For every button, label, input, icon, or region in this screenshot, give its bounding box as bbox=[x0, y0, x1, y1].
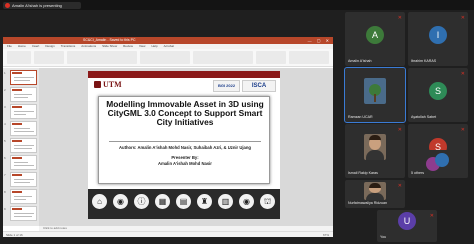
slide-thumbnail[interactable] bbox=[10, 172, 37, 187]
utm-logo-text: UTM bbox=[103, 80, 122, 89]
participant-name: Ayatollah Sabet bbox=[411, 115, 437, 119]
thumb-number: 7 bbox=[4, 173, 6, 177]
shared-screen: SC&CI_Amalin - Saved to this PC — ▢ ✕ Fi… bbox=[3, 37, 333, 237]
others-tile[interactable]: 5 others bbox=[408, 150, 468, 178]
ribbon bbox=[3, 49, 333, 67]
participant-video bbox=[364, 78, 386, 104]
participant-photo bbox=[364, 134, 386, 160]
lighthouse-icon: ♜ bbox=[197, 194, 212, 209]
slide-thumbnail[interactable] bbox=[10, 155, 37, 170]
participant-name: Ramzan UCAR bbox=[348, 115, 373, 119]
thumb-number: 4 bbox=[4, 122, 6, 126]
slide-thumbnail[interactable] bbox=[10, 121, 37, 136]
mic-off-icon: ✕ bbox=[460, 71, 465, 77]
thumb-number: 5 bbox=[4, 139, 6, 143]
top-bar: Amalin A'ishah is presenting bbox=[0, 0, 474, 10]
editing-group[interactable] bbox=[256, 51, 286, 64]
window-controls[interactable]: — ▢ ✕ bbox=[308, 38, 331, 43]
slide-thumbnail[interactable] bbox=[10, 70, 37, 85]
home-icon: ⌂ bbox=[92, 194, 107, 209]
mic-off-icon: ✕ bbox=[397, 127, 402, 133]
participant-name: Amalin A'ishah bbox=[348, 59, 372, 63]
mic-off-icon: ✕ bbox=[460, 15, 465, 21]
clipboard-group[interactable] bbox=[7, 51, 31, 64]
participant-tile[interactable]: ✕ A Amalin A'ishah bbox=[345, 12, 405, 66]
participant-tile[interactable]: ✕ Nurfatmawaliya Ridzuan bbox=[345, 180, 405, 208]
participant-name: Nurfatmawaliya Ridzuan bbox=[348, 201, 387, 205]
avatar: U bbox=[398, 212, 416, 230]
others-avatars bbox=[426, 153, 450, 177]
powerpoint-title: SC&CI_Amalin - Saved to this PC bbox=[83, 38, 136, 42]
presenter-label: Presenter By: bbox=[171, 155, 199, 160]
partner-logo-isca: ISCA bbox=[242, 80, 276, 92]
slide-title-box: Modelling Immovable Asset in 3D using Ci… bbox=[98, 96, 270, 184]
slide-thumbnail[interactable] bbox=[10, 206, 37, 221]
slide-counter: Slide 1 of 16 bbox=[6, 233, 23, 237]
thumb-number: 1 bbox=[4, 71, 6, 75]
participant-tile[interactable]: ✕ S Ayatollah Sabet bbox=[408, 68, 468, 122]
partner-logo-bgi: BGI 2022 bbox=[213, 80, 240, 92]
slide-icon-strip: ⌂ ◉ ⓘ ▦ ▤ ♜ ▥ ◉ ⛫ bbox=[88, 189, 280, 219]
thumb-number: 9 bbox=[4, 207, 6, 211]
info-icon: ⓘ bbox=[134, 194, 149, 209]
powerpoint-title-bar: SC&CI_Amalin - Saved to this PC — ▢ ✕ bbox=[3, 37, 333, 44]
mic-off-icon: ✕ bbox=[397, 15, 402, 21]
avatar: I bbox=[429, 26, 447, 44]
slide-thumbnails: 1 2 3 4 5 6 7 8 9 bbox=[3, 68, 39, 226]
font-group[interactable] bbox=[67, 51, 137, 64]
bank-icon: ⛫ bbox=[260, 194, 275, 209]
participant-tile[interactable]: Ramzan UCAR bbox=[344, 67, 406, 123]
thumb-number: 2 bbox=[4, 88, 6, 92]
slide-title: Modelling Immovable Asset in 3D using Ci… bbox=[106, 99, 264, 127]
avatar: A bbox=[366, 26, 384, 44]
mic-off-icon: ✕ bbox=[397, 183, 402, 189]
utm-logo: UTM bbox=[94, 80, 122, 89]
drawing-group[interactable] bbox=[193, 51, 253, 64]
car-icon: ◉ bbox=[113, 194, 128, 209]
slide-thumbnail[interactable] bbox=[10, 138, 37, 153]
shop-icon: ▥ bbox=[218, 194, 233, 209]
car-icon: ◉ bbox=[239, 194, 254, 209]
participant-name: Ibrahim KARAS bbox=[411, 59, 437, 63]
presenter-name: Amalin A'ishah Mohd Nasir bbox=[158, 161, 212, 166]
participant-tile[interactable]: ✕ Ismail Rakip Karas bbox=[345, 124, 405, 178]
mic-off-icon: ✕ bbox=[429, 213, 434, 219]
avatar: S bbox=[429, 82, 447, 100]
slide-authors: Authors: Amalin A'ishah Mohd Nasir, Suha… bbox=[119, 145, 251, 150]
others-label: 5 others bbox=[411, 171, 424, 175]
slide-thumbnail[interactable] bbox=[10, 87, 37, 102]
thumb-number: 6 bbox=[4, 156, 6, 160]
divider bbox=[109, 141, 261, 142]
current-slide[interactable]: UTM BGI 2022 ISCA Modelling Immovable As… bbox=[88, 71, 280, 219]
thumb-number: 8 bbox=[4, 190, 6, 194]
slides-group[interactable] bbox=[34, 51, 64, 64]
participant-name: You bbox=[380, 235, 387, 239]
status-bar: Slide 1 of 16 67% bbox=[3, 231, 333, 237]
voice-group[interactable] bbox=[289, 51, 329, 64]
presenting-icon bbox=[5, 3, 10, 8]
paragraph-group[interactable] bbox=[140, 51, 190, 64]
slide-header-bar bbox=[88, 71, 280, 78]
building-icon: ▦ bbox=[155, 194, 170, 209]
slide-canvas: UTM BGI 2022 ISCA Modelling Immovable As… bbox=[39, 68, 333, 226]
self-tile[interactable]: ✕ U You bbox=[377, 210, 437, 242]
participant-tile[interactable]: ✕ I Ibrahim KARAS bbox=[408, 12, 468, 66]
factory-icon: ▤ bbox=[176, 194, 191, 209]
meeting-window: Amalin A'ishah is presenting SC&CI_Amali… bbox=[0, 0, 474, 244]
slide-thumbnail[interactable] bbox=[10, 104, 37, 119]
presenting-label: Amalin A'ishah is presenting bbox=[12, 3, 62, 8]
participant-name: Ismail Rakip Karas bbox=[348, 171, 378, 175]
zoom-level[interactable]: 67% bbox=[323, 233, 329, 237]
thumb-number: 3 bbox=[4, 105, 6, 109]
presenting-indicator: Amalin A'ishah is presenting bbox=[3, 2, 81, 9]
slide-thumbnail[interactable] bbox=[10, 189, 37, 204]
mic-off-icon: ✕ bbox=[460, 127, 465, 133]
participant-photo bbox=[364, 182, 386, 200]
